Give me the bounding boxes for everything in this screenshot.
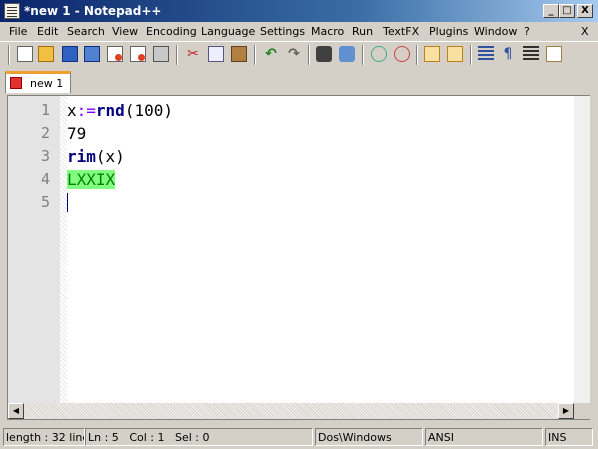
close-document-button[interactable]: X	[581, 25, 589, 38]
toolbar-separator	[362, 45, 364, 65]
show-all-chars-icon[interactable]: ¶	[500, 46, 516, 62]
find-icon[interactable]	[316, 46, 332, 62]
wrap-icon[interactable]	[478, 46, 494, 62]
code-line-1: x:=rnd(100)	[67, 101, 173, 120]
tab-bar: new 1	[0, 67, 598, 93]
editor-pane[interactable]: 1 2 3 4 5 x:=rnd(100) 79 rim(x) LXXIX ◀ …	[7, 95, 590, 420]
unsaved-file-icon	[10, 77, 22, 89]
title-bar[interactable]: *new 1 - Notepad++ _ □ X	[0, 0, 598, 22]
indent-guide-icon[interactable]	[523, 46, 539, 62]
user-lang-icon[interactable]	[546, 46, 562, 62]
redo-icon[interactable]: ↷	[286, 46, 302, 62]
line-number: 5	[40, 193, 50, 211]
cut-icon[interactable]: ✂	[185, 46, 201, 62]
minimize-button[interactable]: _	[543, 4, 559, 18]
code-line-4: LXXIX	[67, 170, 116, 189]
fold-margin[interactable]	[60, 96, 67, 403]
paste-icon[interactable]	[231, 46, 247, 62]
menu-plugins[interactable]: Plugins	[429, 25, 468, 38]
status-position: Ln : 5 Col : 1 Sel : 0	[85, 428, 313, 446]
save-all-icon[interactable]	[84, 46, 100, 62]
toolbar-separator	[254, 45, 256, 65]
menu-file[interactable]: File	[9, 25, 27, 38]
scrollbar-corner	[574, 403, 590, 419]
menu-run[interactable]: Run	[352, 25, 373, 38]
line-number: 1	[40, 101, 50, 119]
menu-encoding[interactable]: Encoding	[146, 25, 197, 38]
toolbar-grip[interactable]	[8, 45, 10, 65]
line-number: 3	[40, 147, 50, 165]
tab-new-1[interactable]: new 1	[5, 71, 71, 93]
menu-search[interactable]: Search	[67, 25, 105, 38]
horizontal-scrollbar[interactable]: ◀ ▶	[8, 403, 574, 419]
print-icon[interactable]	[153, 46, 169, 62]
line-number: 4	[40, 170, 50, 188]
open-file-icon[interactable]	[38, 46, 54, 62]
scroll-right-button[interactable]: ▶	[558, 403, 574, 419]
args-token: (100)	[124, 101, 173, 120]
args-token: (x)	[95, 147, 125, 166]
scroll-left-button[interactable]: ◀	[8, 403, 24, 419]
function-token: rnd	[95, 101, 125, 120]
toolbar-separator	[176, 45, 178, 65]
menu-window[interactable]: Window	[474, 25, 517, 38]
toolbar-separator	[470, 45, 472, 65]
window-title: *new 1 - Notepad++	[24, 4, 162, 18]
status-encoding[interactable]: ANSI	[425, 428, 543, 446]
scrollbar-track[interactable]	[24, 403, 558, 419]
toolbar: ✂ ↶ ↷ ¶	[0, 41, 598, 67]
variable-token: x	[67, 101, 77, 120]
line-number-gutter[interactable]: 1 2 3 4 5	[8, 96, 67, 403]
operator-token: :=	[76, 101, 96, 120]
close-window-button[interactable]: X	[577, 4, 593, 18]
line-number: 2	[40, 124, 50, 142]
maximize-button[interactable]: □	[559, 4, 575, 18]
status-eol-format[interactable]: Dos\Windows	[315, 428, 423, 446]
menu-macro[interactable]: Macro	[311, 25, 344, 38]
copy-icon[interactable]	[208, 46, 224, 62]
status-insert-mode[interactable]: INS	[545, 428, 593, 446]
zoom-in-icon[interactable]	[371, 46, 387, 62]
text-caret	[67, 193, 68, 212]
menu-settings[interactable]: Settings	[260, 25, 305, 38]
menu-edit[interactable]: Edit	[37, 25, 58, 38]
close-all-icon[interactable]	[130, 46, 146, 62]
menu-help[interactable]: ?	[524, 25, 530, 38]
status-bar: length : 32 lines : 5 Ln : 5 Col : 1 Sel…	[0, 427, 598, 449]
menu-view[interactable]: View	[112, 25, 138, 38]
toolbar-separator	[416, 45, 418, 65]
sync-v-icon[interactable]	[424, 46, 440, 62]
highlighted-text: LXXIX	[67, 170, 116, 189]
function-token: rim	[67, 147, 96, 166]
sync-h-icon[interactable]	[447, 46, 463, 62]
menu-textfx[interactable]: TextFX	[383, 25, 419, 38]
tab-label: new 1	[30, 77, 64, 90]
status-length: length : 32 lines : 5	[3, 428, 85, 446]
toolbar-separator	[308, 45, 310, 65]
new-file-icon[interactable]	[17, 46, 33, 62]
code-line-3: rim(x)	[67, 147, 125, 166]
save-icon[interactable]	[62, 46, 78, 62]
close-icon[interactable]	[107, 46, 123, 62]
undo-icon[interactable]: ↶	[263, 46, 279, 62]
code-line-2: 79	[67, 124, 87, 143]
vertical-scrollbar[interactable]	[574, 96, 590, 403]
replace-icon[interactable]	[339, 46, 355, 62]
menu-bar: File Edit Search View Encoding Language …	[0, 22, 598, 41]
notepad-app-icon[interactable]	[4, 3, 20, 19]
zoom-out-icon[interactable]	[394, 46, 410, 62]
menu-language[interactable]: Language	[201, 25, 255, 38]
